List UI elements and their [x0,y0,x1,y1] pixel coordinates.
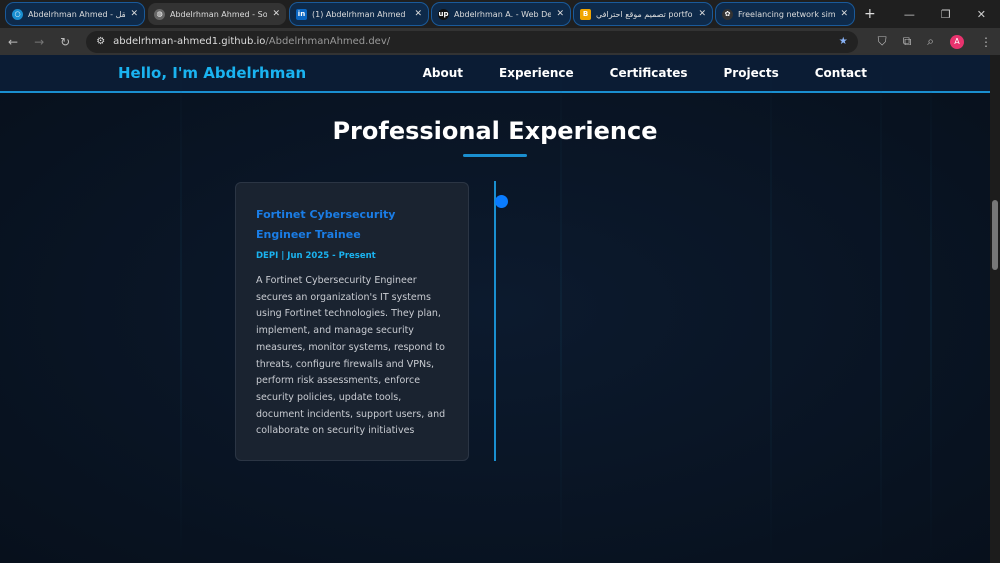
nav-contact[interactable]: Contact [815,66,867,80]
url-host: abdelrhman-ahmed1.github.io [113,36,265,47]
title-underline [463,154,527,157]
tab-title: Freelancing network simulation [738,10,835,19]
site-nav: Hello, I'm Abdelrhman About Experience C… [0,55,990,93]
browser-tab[interactable]: ◍ Abdelrhman Ahmed - Software ✕ [148,3,286,25]
timeline-line [494,181,496,461]
address-toolbar: ← → ↻ ⚙ abdelrhman-ahmed1.github.io/Abde… [0,28,1000,55]
back-icon[interactable]: ← [8,35,18,49]
upwork-icon: up [438,9,449,20]
openai-icon: ✿ [722,9,733,20]
new-tab-button[interactable]: + [864,6,876,22]
restore-icon[interactable]: ❐ [941,8,951,21]
close-icon[interactable]: ✕ [556,9,564,19]
site-info-icon[interactable]: ⚙ [96,36,105,47]
tab-title: (1) Abdelrhman Ahmed | LinkedIn [312,10,409,19]
experience-description: A Fortinet Cybersecurity Engineer secure… [256,273,448,440]
experience-meta: DEPI | Jun 2025 - Present [256,251,448,261]
close-icon[interactable]: ✕ [414,9,422,19]
tab-title: Abdelrhman Ahmed - Software [170,10,267,19]
tab-title: Abdelrhman A. - Web Developer [454,10,551,19]
web-page: Hello, I'm Abdelrhman About Experience C… [0,55,990,563]
bostaa-icon: B [580,9,591,20]
circle-icon: ○ [12,9,23,20]
browser-tab[interactable]: B تصميم موقع احترافي portfolio ✕ [574,3,712,25]
menu-icon[interactable]: ⋮ [980,35,992,49]
close-icon[interactable]: ✕ [840,9,848,19]
scrollbar[interactable] [990,55,1000,563]
scrollbar-thumb[interactable] [992,200,998,270]
timeline-dot [495,195,508,208]
brand[interactable]: Hello, I'm Abdelrhman [118,64,306,82]
nav-certificates[interactable]: Certificates [610,66,688,80]
linkedin-icon: in [296,9,307,20]
profile-avatar[interactable]: A [950,35,964,49]
browser-tab[interactable]: ○ Abdelrhman Ahmed - مستقل ✕ [6,3,144,25]
experience-role: Fortinet Cybersecurity Engineer Trainee [256,205,448,245]
tab-strip: ○ Abdelrhman Ahmed - مستقل ✕ ◍ Abdelrhman A… [0,0,1000,28]
close-icon[interactable]: ✕ [130,9,138,19]
tab-search-icon[interactable]: ⌕ [927,34,934,49]
url-bar[interactable]: ⚙ abdelrhman-ahmed1.github.io/Abdelrhman… [86,31,857,53]
section-title: Professional Experience [0,117,990,145]
nav-about[interactable]: About [423,66,463,80]
forward-icon[interactable]: → [34,35,44,49]
experience-card: Fortinet Cybersecurity Engineer Trainee … [235,182,469,461]
close-icon[interactable]: ✕ [272,9,280,19]
reload-icon[interactable]: ↻ [60,35,70,49]
browser-tab[interactable]: up Abdelrhman A. - Web Developer ✕ [432,3,570,25]
url-path: /AbdelrhmanAhmed.dev/ [265,36,390,47]
shield-icon[interactable]: ⛉ [878,34,887,49]
tab-title: تصميم موقع احترافي portfolio [596,10,693,19]
extensions-icon[interactable]: ⧉ [903,34,912,49]
browser-tab[interactable]: in (1) Abdelrhman Ahmed | LinkedIn ✕ [290,3,428,25]
minimize-icon[interactable]: — [904,8,915,21]
bookmark-star-icon[interactable]: ★ [839,36,848,47]
close-window-icon[interactable]: ✕ [977,8,986,21]
close-icon[interactable]: ✕ [698,9,706,19]
tab-title: Abdelrhman Ahmed - مستقل [28,10,125,19]
nav-experience[interactable]: Experience [499,66,574,80]
globe-icon: ◍ [154,9,165,20]
browser-tab[interactable]: ✿ Freelancing network simulation ✕ [716,3,854,25]
